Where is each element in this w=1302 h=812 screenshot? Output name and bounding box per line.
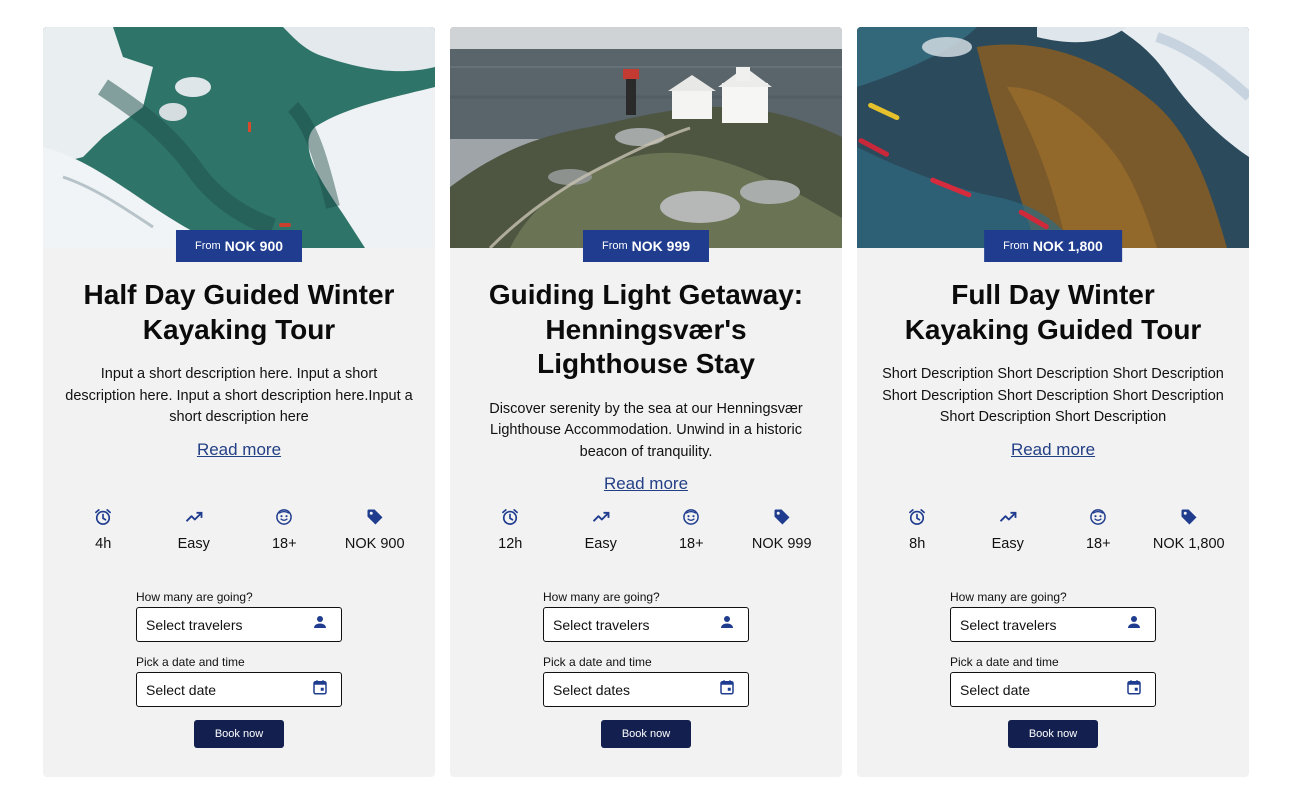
- price-prefix: From: [601, 240, 628, 252]
- travelers-placeholder: Select travelers: [553, 616, 650, 633]
- travelers-label: How many are going?: [136, 590, 253, 604]
- feature-price: NOK 900: [330, 507, 420, 552]
- alarm-clock-icon: [93, 507, 113, 527]
- alarm-clock-icon: [907, 507, 927, 527]
- calendar-icon: [1125, 678, 1143, 701]
- date-picker[interactable]: Select dates: [543, 672, 749, 707]
- price-badge: From NOK 1,800: [984, 230, 1122, 262]
- travelers-label: How many are going?: [950, 590, 1067, 604]
- tour-description: Discover serenity by the sea at our Henn…: [489, 400, 803, 460]
- feature-value: 12h: [498, 536, 523, 552]
- tour-description: Input a short description here. Input a …: [65, 366, 413, 425]
- feature-value: NOK 1,800: [1152, 536, 1225, 552]
- feature-age: 18+: [1053, 507, 1143, 552]
- person-icon: [1125, 613, 1143, 636]
- book-now-button[interactable]: Book now: [194, 720, 284, 748]
- booking-form: How many are going? Select travelers Pic…: [543, 590, 749, 707]
- price-tag-icon: [365, 507, 385, 527]
- book-now-button[interactable]: Book now: [601, 720, 691, 748]
- date-label: Pick a date and time: [950, 655, 1059, 669]
- feature-value: NOK 999: [751, 536, 812, 552]
- tour-description: Short Description Short Description Shor…: [882, 366, 1224, 425]
- face-icon: [274, 507, 294, 527]
- travelers-placeholder: Select travelers: [960, 616, 1057, 633]
- tour-image-lighthouse[interactable]: [450, 27, 842, 248]
- tour-features: 8h Easy 18+ NOK 1,800: [872, 507, 1234, 552]
- tour-card-half-day-kayak: From NOK 900 Half Day Guided Winter Kaya…: [43, 27, 435, 777]
- tour-image-aerial-fjord[interactable]: [43, 27, 435, 248]
- feature-duration: 4h: [58, 507, 148, 552]
- price-tag-icon: [1179, 507, 1199, 527]
- feature-value: Easy: [177, 536, 210, 552]
- feature-age: 18+: [239, 507, 329, 552]
- feature-duration: 12h: [465, 507, 555, 552]
- date-picker[interactable]: Select date: [136, 672, 342, 707]
- travelers-select[interactable]: Select travelers: [543, 607, 749, 642]
- person-icon: [718, 613, 736, 636]
- feature-difficulty: Easy: [556, 507, 646, 552]
- calendar-icon: [718, 678, 736, 701]
- travelers-select[interactable]: Select travelers: [136, 607, 342, 642]
- feature-age: 18+: [646, 507, 736, 552]
- book-now-button[interactable]: Book now: [1008, 720, 1098, 748]
- feature-value: 18+: [678, 536, 704, 552]
- feature-value: 18+: [1085, 536, 1111, 552]
- read-more-link[interactable]: Read more: [604, 474, 688, 494]
- date-placeholder: Select date: [146, 681, 217, 698]
- tour-features: 12h Easy 18+ NOK 999: [465, 507, 827, 552]
- feature-value: Easy: [584, 536, 617, 552]
- tour-card-full-day-kayak: From NOK 1,800 Full Day Winter Kayaking …: [857, 27, 1249, 777]
- tour-image-aerial-kayaks[interactable]: [857, 27, 1249, 248]
- tour-card-lighthouse-stay: From NOK 999 Guiding Light Getaway: Henn…: [450, 27, 842, 777]
- feature-price: NOK 1,800: [1144, 507, 1234, 552]
- feature-difficulty: Easy: [149, 507, 239, 552]
- feature-value: Easy: [991, 536, 1024, 552]
- read-more-link[interactable]: Read more: [197, 440, 281, 460]
- calendar-icon: [311, 678, 329, 701]
- tour-title: Full Day Winter Kayaking Guided Tour: [904, 279, 1202, 345]
- feature-value: 8h: [909, 536, 926, 552]
- person-icon: [311, 613, 329, 636]
- price-amount: NOK 900: [224, 238, 284, 254]
- face-icon: [681, 507, 701, 527]
- date-placeholder: Select date: [960, 681, 1031, 698]
- feature-value: 4h: [95, 536, 112, 552]
- alarm-clock-icon: [500, 507, 520, 527]
- tour-features: 4h Easy 18+ NOK 900: [58, 507, 420, 552]
- travelers-select[interactable]: Select travelers: [950, 607, 1156, 642]
- booking-form: How many are going? Select travelers Pic…: [136, 590, 342, 707]
- feature-value: NOK 900: [344, 536, 405, 552]
- price-badge: From NOK 999: [582, 230, 710, 262]
- face-icon: [1088, 507, 1108, 527]
- read-more-link[interactable]: Read more: [1011, 440, 1095, 460]
- travelers-placeholder: Select travelers: [146, 616, 243, 633]
- tour-cards: From NOK 900 Half Day Guided Winter Kaya…: [43, 27, 1249, 777]
- date-label: Pick a date and time: [543, 655, 652, 669]
- price-amount: NOK 1,800: [1032, 238, 1103, 254]
- trending-up-icon: [998, 507, 1018, 527]
- feature-value: 18+: [271, 536, 297, 552]
- price-prefix: From: [194, 240, 221, 252]
- price-amount: NOK 999: [631, 238, 691, 254]
- price-prefix: From: [1003, 240, 1029, 252]
- feature-difficulty: Easy: [963, 507, 1053, 552]
- trending-up-icon: [184, 507, 204, 527]
- price-badge: From NOK 900: [175, 230, 303, 262]
- travelers-label: How many are going?: [543, 590, 660, 604]
- tour-title: Guiding Light Getaway: Henningsvær's Lig…: [488, 279, 804, 379]
- date-label: Pick a date and time: [136, 655, 245, 669]
- trending-up-icon: [591, 507, 611, 527]
- feature-price: NOK 999: [737, 507, 827, 552]
- booking-form: How many are going? Select travelers Pic…: [950, 590, 1156, 707]
- tour-title: Half Day Guided Winter Kayaking Tour: [83, 279, 395, 345]
- feature-duration: 8h: [872, 507, 962, 552]
- date-placeholder: Select dates: [553, 681, 631, 698]
- date-picker[interactable]: Select date: [950, 672, 1156, 707]
- price-tag-icon: [772, 507, 792, 527]
